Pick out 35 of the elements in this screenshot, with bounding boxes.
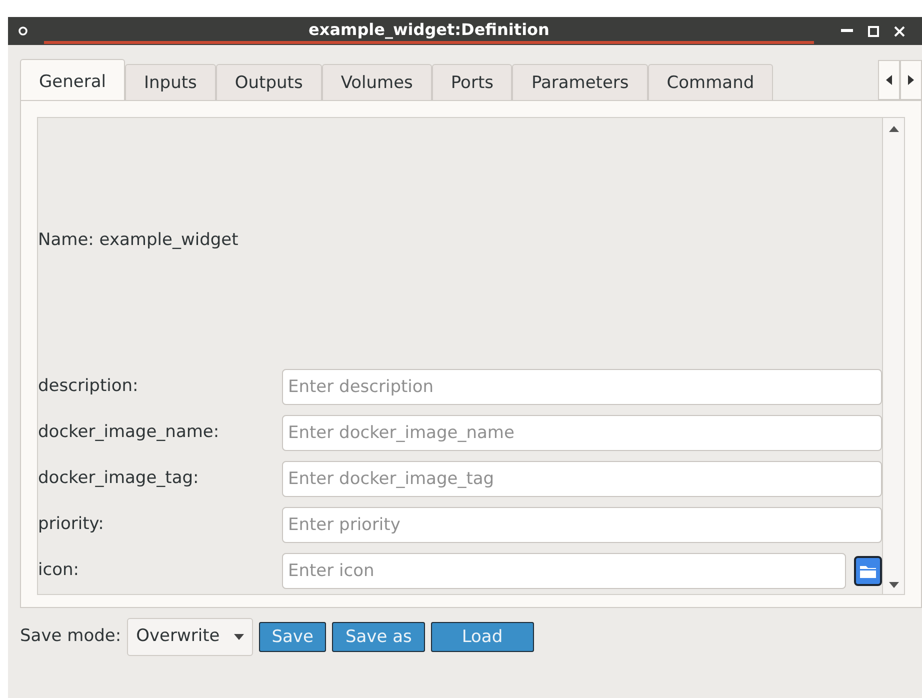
- maximize-icon[interactable]: [868, 26, 878, 36]
- tab[interactable]: Command: [648, 64, 774, 100]
- field-label: icon:: [38, 559, 80, 582]
- scrollbar[interactable]: [882, 118, 904, 594]
- input-field[interactable]: Enter priority: [282, 507, 882, 543]
- caret-icon: [886, 75, 892, 85]
- input-field[interactable]: Enter description: [282, 369, 882, 405]
- save-mode-dropdown[interactable]: Overwrite: [127, 618, 253, 656]
- caret-icon: [234, 634, 244, 640]
- tab[interactable]: Inputs: [125, 64, 216, 100]
- folder-icon: [859, 564, 877, 578]
- close-icon[interactable]: [894, 26, 904, 36]
- tab-scroll-left[interactable]: [878, 60, 900, 100]
- minimize-icon[interactable]: [841, 29, 853, 33]
- scroll-down-icon[interactable]: [888, 580, 900, 590]
- tab[interactable]: General: [20, 59, 125, 100]
- field-label: priority:: [38, 513, 105, 536]
- tab[interactable]: Parameters: [512, 64, 648, 100]
- tab[interactable]: Ports: [432, 64, 512, 100]
- scroll-up-icon[interactable]: [888, 124, 900, 134]
- save-mode-label: Save mode:: [20, 625, 122, 648]
- field-label: docker_image_tag:: [38, 467, 200, 490]
- window-title: example_widget:Definition: [44, 18, 814, 44]
- name-label: Name: example_widget: [38, 229, 238, 252]
- input-field[interactable]: Enter docker_image_name: [282, 415, 882, 451]
- input-field[interactable]: Enter icon: [282, 553, 846, 589]
- field-label: description:: [38, 375, 140, 398]
- menu-icon[interactable]: [18, 26, 28, 36]
- tab-scroll-right[interactable]: [900, 60, 922, 100]
- browse-button[interactable]: [854, 556, 882, 586]
- tab[interactable]: Outputs: [216, 64, 322, 100]
- input-field[interactable]: Enter docker_image_tag: [282, 461, 882, 497]
- caret-icon: [908, 75, 914, 85]
- tab[interactable]: Volumes: [322, 64, 432, 100]
- field-label: docker_image_name:: [38, 421, 220, 444]
